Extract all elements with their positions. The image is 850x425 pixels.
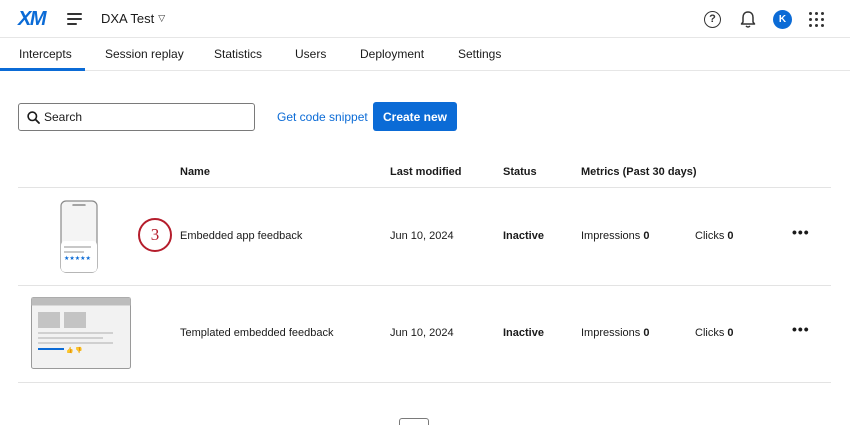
mobile-thumbnail: ★★★★★: [60, 200, 98, 273]
tab-deployment[interactable]: Deployment: [360, 47, 424, 61]
status-text: Inactive: [503, 327, 544, 339]
more-icon[interactable]: •••: [792, 321, 810, 337]
column-header-last-modified[interactable]: Last modified: [390, 166, 462, 178]
intercept-name[interactable]: Templated embedded feedback: [180, 327, 334, 339]
top-bar: XM DXA Test ▽ ? K: [0, 0, 850, 38]
tab-settings[interactable]: Settings: [458, 47, 501, 61]
status-text: Inactive: [503, 230, 544, 242]
tab-intercepts[interactable]: Intercepts: [19, 47, 72, 61]
last-modified: Jun 10, 2024: [390, 327, 454, 339]
page-selector[interactable]: [399, 418, 429, 425]
clicks-metric: Clicks 0: [695, 327, 734, 339]
more-icon[interactable]: •••: [792, 224, 810, 240]
svg-text:★★★★★: ★★★★★: [64, 255, 91, 262]
tab-users[interactable]: Users: [295, 47, 326, 61]
row-divider: [18, 382, 831, 383]
impressions-metric: Impressions 0: [581, 327, 650, 339]
active-tab-indicator: [0, 68, 85, 71]
tab-bar: Intercepts Session replay Statistics Use…: [0, 38, 850, 71]
project-selector[interactable]: DXA Test ▽: [101, 11, 165, 26]
clicks-metric: Clicks 0: [695, 230, 734, 242]
get-code-snippet-link[interactable]: Get code snippet: [277, 110, 368, 124]
intercept-name[interactable]: Embedded app feedback: [180, 230, 302, 242]
project-name: DXA Test: [101, 11, 155, 26]
last-modified: Jun 10, 2024: [390, 230, 454, 242]
menu-icon[interactable]: [67, 13, 82, 25]
xm-logo[interactable]: XM: [18, 8, 47, 31]
svg-text:👍 👎: 👍 👎: [66, 346, 83, 354]
avatar[interactable]: K: [773, 10, 792, 29]
help-icon[interactable]: ?: [704, 11, 721, 28]
column-header-status[interactable]: Status: [503, 166, 537, 178]
column-header-metrics: Metrics (Past 30 days): [581, 166, 697, 178]
web-thumbnail: 👍 👎: [31, 297, 131, 369]
row-divider: [18, 285, 831, 286]
tab-statistics[interactable]: Statistics: [214, 47, 262, 61]
search-icon: [27, 110, 40, 124]
search-input[interactable]: [44, 110, 244, 124]
bell-icon[interactable]: [739, 10, 757, 29]
tab-session-replay[interactable]: Session replay: [105, 47, 184, 61]
create-new-button[interactable]: Create new: [373, 102, 457, 131]
search-box[interactable]: [18, 103, 255, 131]
chevron-down-icon: ▽: [158, 13, 166, 23]
step-number-badge: 3: [138, 218, 172, 252]
column-header-name[interactable]: Name: [180, 166, 210, 178]
impressions-metric: Impressions 0: [581, 230, 650, 242]
apps-grid-icon[interactable]: [809, 12, 824, 27]
header-divider: [18, 187, 831, 188]
